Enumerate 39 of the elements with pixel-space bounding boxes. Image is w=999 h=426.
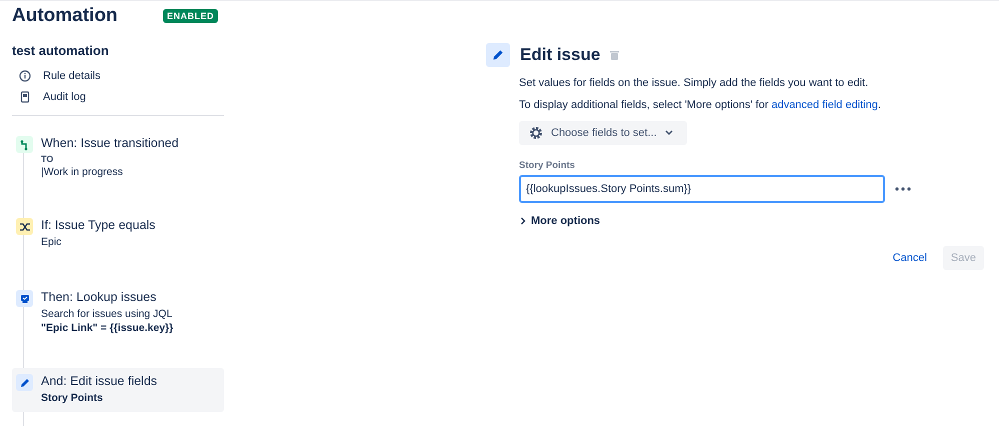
sidebar-link[interactable]: Rule details <box>19 70 224 82</box>
step-detail: "Epic Link" = {{issue.key}} <box>41 322 174 334</box>
hint-text: To display additional fields, select 'More options' for advanced field editing. <box>519 99 882 111</box>
field-label: Story Points <box>519 160 576 171</box>
step-detail: Search for issues using JQL <box>41 308 174 320</box>
rule-step[interactable]: If: Issue Type equals Epic <box>12 212 224 256</box>
shuffle-icon <box>16 218 33 235</box>
branch-icon <box>16 136 33 153</box>
monitor-icon <box>16 290 33 307</box>
editor-title: Edit issue <box>520 45 600 65</box>
status-badge: ENABLED <box>162 9 218 23</box>
step-detail: Epic <box>41 236 62 248</box>
chevron-down-icon <box>664 130 673 136</box>
advanced-editing-link[interactable]: advanced field editing <box>771 99 878 111</box>
step-title: When: Issue transitioned <box>41 136 179 150</box>
rule-name: test automation <box>12 43 110 58</box>
step-title: Then: Lookup issues <box>41 290 158 304</box>
chevron-right-icon <box>519 217 527 225</box>
choose-fields-button[interactable]: Choose fields to set... <box>519 121 687 145</box>
cancel-button[interactable]: Cancel <box>884 246 935 270</box>
step-detail: TO <box>41 154 54 164</box>
step-detail: |Work in progress <box>41 166 124 178</box>
gear-icon <box>529 126 543 140</box>
pencil-icon <box>486 43 510 67</box>
story-points-field[interactable]: {{lookupIssues.Story Points.sum}} <box>519 175 885 203</box>
more-options-toggle[interactable]: More options <box>519 215 600 227</box>
info-icon <box>19 70 31 82</box>
more-icon[interactable] <box>895 187 911 191</box>
step-detail: Story Points <box>41 392 104 404</box>
description-text: Set values for fields on the issue. Simply add the fields you want to edit. <box>519 77 870 89</box>
document-icon <box>19 91 31 103</box>
rule-step[interactable]: When: Issue transitioned TO |Work in progress <box>12 130 224 184</box>
pencil-icon <box>16 374 33 391</box>
sidebar-link[interactable]: Audit log <box>19 91 224 103</box>
page-title: Automation <box>12 5 118 27</box>
rule-step[interactable]: Then: Lookup issues Search for issues using JQL "Epic Link" = {{issue.key}} <box>12 284 224 340</box>
step-title: If: Issue Type equals <box>41 218 156 232</box>
step-title: And: Edit issue fields <box>41 374 158 388</box>
rule-step[interactable]: And: Edit issue fields Story Points <box>12 368 224 412</box>
